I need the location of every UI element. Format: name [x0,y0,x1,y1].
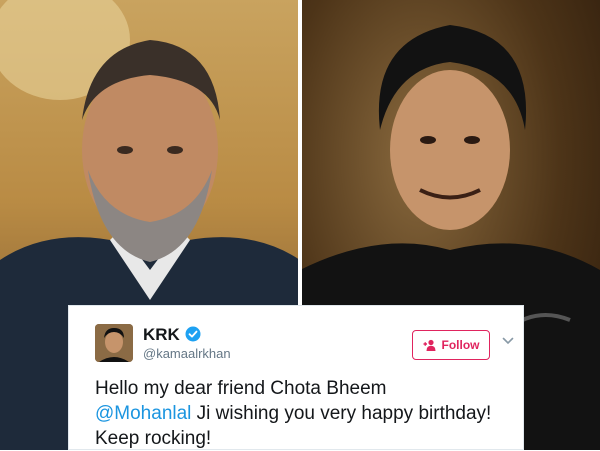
user-handle[interactable]: @kamaalrkhan [143,346,231,361]
follow-button[interactable]: Follow [412,330,490,360]
avatar-image [95,324,133,362]
chevron-down-icon[interactable] [502,336,514,346]
avatar[interactable] [95,324,133,362]
verified-badge-icon [185,326,201,342]
tweet-card: KRK @kamaalrkhan Follow Hello my dear fr… [68,305,524,450]
follow-label: Follow [441,338,480,352]
display-name[interactable]: KRK [143,325,180,345]
mention-link[interactable]: @Mohanlal [95,403,191,424]
tweet-text: Hello my dear friend Chota Bheem @Mohanla… [95,376,495,451]
tweet-text-line1: Hello my dear friend Chota Bheem [95,378,387,399]
add-user-icon [423,339,435,351]
